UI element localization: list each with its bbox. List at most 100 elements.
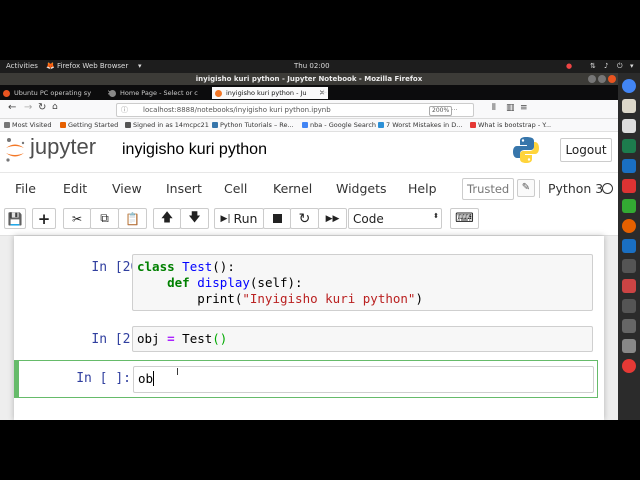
calc-icon[interactable]: [622, 139, 636, 153]
url-text: localhost:8888/notebooks/inyigisho kuri …: [143, 106, 331, 114]
jupyter-logo-icon[interactable]: [4, 137, 26, 163]
notebook-menubar: File Edit View Insert Cell Kernel Widget…: [0, 172, 618, 206]
menu-help[interactable]: Help: [408, 181, 437, 196]
system-top-bar: Activities 🦊 Firefox Web Browser ▾ Thu 0…: [0, 60, 640, 73]
code-cell-input[interactable]: ob: [133, 366, 594, 393]
home-icon[interactable]: ⌂: [52, 102, 58, 112]
code-text: ob: [138, 371, 154, 386]
run-button[interactable]: ▶| Run: [214, 208, 264, 229]
stop-icon: [272, 214, 282, 223]
activities-button[interactable]: Activities: [6, 62, 38, 70]
restart-run-all-button[interactable]: ▶▶: [318, 208, 347, 229]
menu-widgets[interactable]: Widgets: [336, 181, 387, 196]
navigation-bar: ← → ↻ ⌂ ⓘ localhost:8888/notebooks/inyig…: [0, 100, 618, 119]
zoom-level-badge[interactable]: 200%: [429, 106, 453, 116]
move-up-button[interactable]: 🡅: [153, 208, 181, 229]
restart-button[interactable]: ↻: [290, 208, 319, 229]
bookmark-what-is-bootstrap[interactable]: What is bootstrap - Y...: [470, 120, 551, 130]
power-icon[interactable]: ⏻: [617, 62, 623, 71]
help-icon[interactable]: [622, 359, 636, 373]
menu-kernel[interactable]: Kernel: [273, 181, 312, 196]
network-icon[interactable]: ⇅: [590, 62, 596, 70]
maximize-button[interactable]: [598, 75, 606, 83]
url-bar[interactable]: ⓘ localhost:8888/notebooks/inyigisho kur…: [116, 103, 474, 117]
selected-cell[interactable]: In [ ]: ob I: [14, 360, 598, 398]
move-down-button[interactable]: 🡇: [180, 208, 209, 229]
menu-icon[interactable]: ≡: [520, 103, 528, 113]
notebook-toolbar: 💾 + ✂ ⧉ 📋 🡅 🡇 ▶| Run ↻ ▶▶ Code ⬍ ⌨: [0, 204, 618, 236]
cell-type-select[interactable]: Code ⬍: [348, 208, 442, 229]
tab-favicon-icon: [215, 90, 222, 97]
paste-button[interactable]: 📋: [118, 208, 147, 229]
libreoffice-icon[interactable]: [622, 159, 636, 173]
site-info-icon[interactable]: ⓘ: [121, 104, 128, 116]
terminal-icon[interactable]: [622, 259, 636, 273]
menubar-divider: [539, 180, 540, 198]
paste-icon: 📋: [125, 211, 140, 226]
run-label: Run: [233, 211, 258, 226]
back-icon[interactable]: ←: [8, 102, 16, 113]
app-icon-green[interactable]: [622, 199, 636, 213]
app-icon-red[interactable]: [622, 279, 636, 293]
clock[interactable]: Thu 02:00: [294, 62, 330, 70]
menu-cell[interactable]: Cell: [224, 181, 247, 196]
arrow-up-icon: 🡅: [160, 210, 174, 224]
app-icon-light[interactable]: [622, 339, 636, 353]
arrow-down-icon: 🡇: [188, 210, 201, 224]
keyboard-icon: ⌨: [455, 211, 474, 226]
app-icon-grey[interactable]: [622, 319, 636, 333]
bookmark-7-worst-mistakes[interactable]: 7 Worst Mistakes in D...: [378, 120, 462, 130]
interrupt-button[interactable]: [263, 208, 291, 229]
system-menu-arrow-icon[interactable]: ▾: [630, 62, 634, 70]
software-icon[interactable]: [622, 179, 636, 193]
library-icon[interactable]: ⫴: [492, 103, 496, 113]
copy-button[interactable]: ⧉: [90, 208, 119, 229]
volume-icon[interactable]: ♪: [604, 62, 608, 70]
insert-cell-button[interactable]: +: [32, 208, 56, 229]
bookmark-getting-started[interactable]: Getting Started: [60, 120, 118, 130]
edit-mode-pencil-icon: ✎: [517, 179, 535, 197]
code-cell-input[interactable]: class Test(): def display(self): print("…: [132, 254, 593, 311]
notebook-title[interactable]: inyigisho kuri python: [122, 141, 267, 159]
files-icon[interactable]: [622, 99, 636, 113]
reload-icon[interactable]: ↻: [38, 102, 46, 113]
sidebar-icon[interactable]: ▥: [506, 103, 515, 113]
minimize-button[interactable]: [588, 75, 596, 83]
menu-file[interactable]: File: [15, 181, 36, 196]
tab-jupyter[interactable]: inyigisho kuri python - Ju ✕: [212, 87, 328, 99]
new-tab-button[interactable]: +: [318, 87, 330, 99]
record-icon[interactable]: ●: [566, 62, 572, 70]
app-icon-dark[interactable]: [622, 299, 636, 313]
app-menu[interactable]: Firefox Web Browser: [57, 62, 128, 70]
trusted-indicator[interactable]: Trusted: [462, 178, 515, 200]
menu-insert[interactable]: Insert: [166, 181, 202, 196]
logout-button[interactable]: Logout: [560, 138, 612, 162]
document-icon[interactable]: [622, 119, 636, 133]
firefox-dock-icon[interactable]: [622, 219, 636, 233]
tab-home-page[interactable]: Home Page - Select or c ✕: [106, 87, 222, 99]
app-menu-arrow-icon[interactable]: ▾: [138, 62, 142, 70]
cell-type-value: Code: [353, 211, 384, 226]
bookmark-signed-in[interactable]: Signed in as 14mcpc21: [125, 120, 209, 130]
close-window-button[interactable]: [608, 75, 616, 83]
chrome-icon[interactable]: [622, 79, 636, 93]
code-cell-input[interactable]: obj = Test(): [132, 326, 593, 352]
page-actions-icon[interactable]: ···: [451, 104, 458, 116]
writer-icon[interactable]: [622, 239, 636, 253]
save-button[interactable]: 💾: [4, 208, 26, 229]
firefox-window: inyigisho kuri python - Jupyter Notebook…: [0, 73, 618, 420]
bookmark-most-visited[interactable]: Most Visited: [4, 120, 52, 130]
forward-icon[interactable]: →: [24, 102, 32, 113]
command-palette-button[interactable]: ⌨: [450, 208, 479, 229]
cut-button[interactable]: ✂: [63, 208, 91, 229]
window-title: inyigisho kuri python - Jupyter Notebook…: [0, 73, 618, 85]
bookmark-nba-search[interactable]: nba - Google Search: [302, 120, 376, 130]
menu-edit[interactable]: Edit: [63, 181, 87, 196]
copy-icon: ⧉: [100, 211, 109, 225]
tab-ubuntu[interactable]: Ubuntu PC operating sy ✕: [0, 87, 116, 99]
kernel-name[interactable]: Python 3: [548, 181, 603, 196]
bookmark-python-tutorials[interactable]: Python Tutorials – Re...: [212, 120, 294, 130]
jupyter-logo-text[interactable]: jupyter: [30, 134, 96, 160]
jupyter-header: jupyter inyigisho kuri python Logout: [0, 132, 618, 172]
menu-view[interactable]: View: [112, 181, 142, 196]
